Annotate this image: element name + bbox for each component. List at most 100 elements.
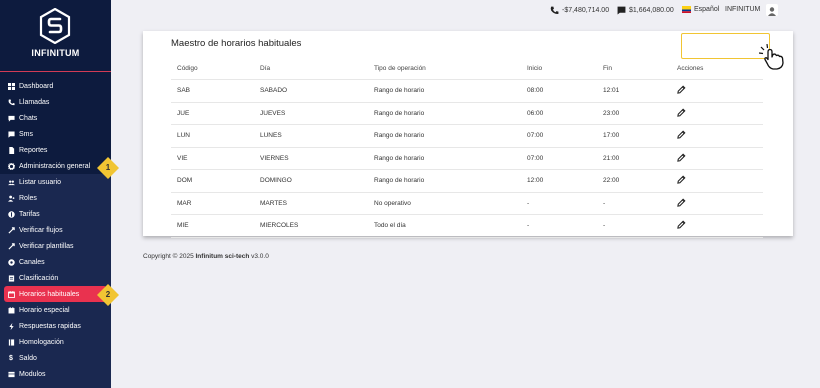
- sidebar-item-listar-usuario[interactable]: Listar usuario: [0, 174, 111, 190]
- table-cell: -: [527, 222, 530, 230]
- sidebar-item-label: Reportes: [19, 146, 48, 154]
- top-bar: -$7,480,714.00 $1,664,080.00 Español INF…: [111, 0, 820, 24]
- report-icon: [7, 146, 15, 154]
- table-row: LUN LUNES Rango de horario 07:00 17:00: [171, 125, 763, 148]
- table-body: SAB SABADO Rango de horario 08:00 12:01 JUE JU…: [171, 80, 763, 238]
- brand-name: INFINITUM: [31, 48, 80, 58]
- sidebar-item-chats[interactable]: Chats: [0, 110, 111, 126]
- callout-number: 1: [105, 163, 111, 172]
- sms-icon: [7, 130, 15, 138]
- version-text: v3.0.0: [251, 253, 269, 260]
- calendar-icon: [7, 290, 15, 298]
- edit-button[interactable]: [677, 130, 686, 141]
- sidebar-item-roles[interactable]: Roles: [0, 190, 111, 206]
- sidebar-item-canales[interactable]: Canales: [0, 254, 111, 270]
- sidebar-item-label: Horarios habituales: [19, 290, 80, 298]
- call-balance[interactable]: -$7,480,714.00: [550, 6, 609, 15]
- tariff-icon: [7, 210, 15, 218]
- avatar[interactable]: [766, 4, 778, 16]
- callout-number: 2: [105, 290, 111, 299]
- logo: INFINITUM: [0, 0, 111, 72]
- edit-button[interactable]: [677, 153, 686, 164]
- table-cell: SAB: [177, 87, 191, 95]
- sidebar-item-clasificacion[interactable]: Clasificación: [0, 270, 111, 286]
- flow-icon: [7, 226, 15, 234]
- sidebar-item-reportes[interactable]: Reportes: [0, 142, 111, 158]
- table-row: MAR MARTES No operativo - -: [171, 193, 763, 215]
- sidebar-item-homologacion[interactable]: Homologación: [0, 334, 111, 350]
- sidebar-item-verificar-plantillas[interactable]: Verificar plantillas: [0, 238, 111, 254]
- sidebar-item-sms[interactable]: Sms: [0, 126, 111, 142]
- language-selector[interactable]: Español: [682, 6, 719, 13]
- schedules-card: Maestro de horarios habituales Código Dí…: [143, 31, 793, 238]
- table-cell: VIE: [177, 154, 188, 162]
- table-header: Código Día Tipo de operación Inicio Fin …: [171, 58, 763, 80]
- chat-balance-value: $1,664,080.00: [629, 7, 674, 14]
- sidebar-item-label: Chats: [19, 114, 38, 122]
- pencil-icon: [677, 153, 686, 162]
- sidebar-item-saldo[interactable]: $ Saldo: [0, 350, 111, 366]
- sidebar-item-label: Administración general: [19, 162, 91, 170]
- table-cell: -: [603, 222, 606, 230]
- homologation-icon: [7, 338, 15, 346]
- bolt-icon: [7, 322, 15, 330]
- sidebar-item-verificar-flujos[interactable]: Verificar flujos: [0, 222, 111, 238]
- table-cell: Rango de horario: [374, 154, 425, 162]
- edit-button[interactable]: [677, 175, 686, 186]
- edit-button[interactable]: [677, 108, 686, 119]
- sidebar-item-administracion-general[interactable]: Administración general: [0, 158, 111, 174]
- logo-icon: [39, 8, 71, 44]
- table-cell: LUNES: [260, 132, 282, 140]
- sidebar-item-respuestas-rapidas[interactable]: Respuestas rapidas: [0, 318, 111, 334]
- edit-button[interactable]: [677, 85, 686, 96]
- pencil-icon: [677, 130, 686, 140]
- dashboard-icon: [7, 82, 15, 90]
- language-label: Español: [694, 6, 720, 13]
- sidebar-item-dashboard[interactable]: Dashboard: [0, 78, 111, 94]
- schedules-table: Código Día Tipo de operación Inicio Fin …: [171, 58, 763, 238]
- column-header: Tipo de operación: [374, 65, 426, 72]
- users-icon: [7, 178, 15, 186]
- table-cell: 23:00: [603, 109, 620, 117]
- sidebar-item-label: Respuestas rapidas: [19, 322, 81, 330]
- channel-icon: [7, 258, 15, 266]
- page-title: Maestro de horarios habituales: [171, 38, 302, 49]
- table-cell: MARTES: [260, 199, 287, 207]
- sidebar-item-label: Clasificación: [19, 274, 59, 282]
- table-cell: Rango de horario: [374, 87, 425, 95]
- edit-button[interactable]: [677, 220, 686, 231]
- table-cell: SABADO: [260, 87, 288, 95]
- colombia-flag-icon: [682, 6, 691, 13]
- sidebar-item-tarifas[interactable]: Tarifas: [0, 206, 111, 222]
- sidebar-item-label: Canales: [19, 258, 45, 266]
- user-name[interactable]: INFINITUM: [725, 6, 760, 13]
- table-row: VIE VIERNES Rango de horario 07:00 21:00: [171, 148, 763, 170]
- sidebar-item-modulos[interactable]: Modulos: [0, 366, 111, 382]
- table-cell: -: [527, 199, 530, 207]
- table-cell: 12:00: [527, 177, 544, 185]
- pencil-icon: [677, 198, 686, 207]
- column-header: Fin: [603, 65, 613, 72]
- template-icon: [7, 242, 15, 250]
- footer: Copyright © 2025 Infinitum sci-tech v3.0…: [143, 253, 269, 260]
- sidebar-item-label: Listar usuario: [19, 178, 62, 186]
- table-cell: LUN: [177, 132, 191, 140]
- sidebar-item-horarios-habituales[interactable]: Horarios habituales: [4, 286, 107, 302]
- table-cell: 07:00: [527, 154, 544, 162]
- table-cell: -: [603, 199, 606, 207]
- edit-button[interactable]: [677, 198, 686, 209]
- table-cell: 07:00: [527, 132, 544, 140]
- column-header: Acciones: [677, 65, 704, 72]
- table-cell: 22:00: [603, 177, 620, 185]
- table-cell: JUEVES: [260, 109, 286, 117]
- sidebar-item-llamadas[interactable]: Llamadas: [0, 94, 111, 110]
- column-header: Código: [177, 65, 198, 72]
- sidebar-item-horario-especial[interactable]: Horario especial: [0, 302, 111, 318]
- table-cell: MIERCOLES: [260, 222, 299, 230]
- callout-marker-1: 1: [96, 156, 120, 180]
- modules-icon: [7, 370, 15, 378]
- table-cell: 17:00: [603, 132, 620, 140]
- chat-balance[interactable]: $1,664,080.00: [617, 6, 674, 15]
- table-cell: JUE: [177, 109, 190, 117]
- sidebar-menu: Dashboard Llamadas Chats Sms Reportes Ad…: [0, 78, 111, 388]
